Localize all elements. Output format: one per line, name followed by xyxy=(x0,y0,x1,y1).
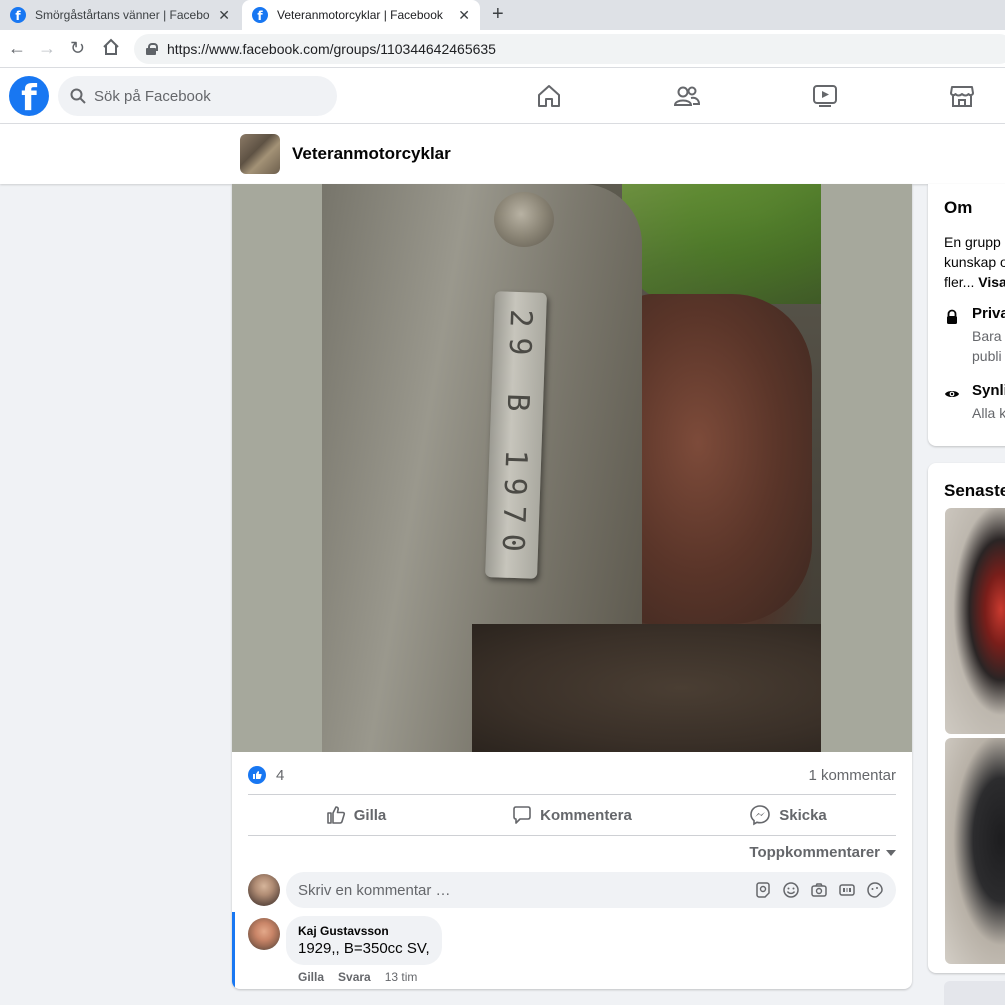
about-card: Om En grupp kunskap o fler... Visa Priva… xyxy=(928,184,1005,446)
lock-icon xyxy=(947,309,957,324)
recent-media-card: Senaste xyxy=(928,463,1005,973)
facebook-header: f xyxy=(0,68,1005,124)
engine-number-plate: 29 B 1970 xyxy=(485,291,547,579)
comment-sort-dropdown[interactable]: Toppkommentarer xyxy=(749,844,896,861)
visibility-subtext: Alla k xyxy=(972,405,1005,421)
like-reaction-icon[interactable] xyxy=(248,766,266,784)
like-count[interactable]: 4 xyxy=(276,767,808,784)
comment-input[interactable] xyxy=(298,881,754,899)
browser-toolbar: ← → ↻ https://www.facebook.com/groups/11… xyxy=(0,30,1005,68)
comment-label: Kommentera xyxy=(540,806,632,824)
home-browser-icon[interactable] xyxy=(102,38,120,60)
comment-author[interactable]: Kaj Gustavsson xyxy=(298,924,430,938)
messenger-icon xyxy=(750,805,771,826)
comment-meta: Gilla Svara 13 tim xyxy=(298,970,417,984)
comment-timestamp[interactable]: 13 tim xyxy=(385,970,418,984)
about-title: Om xyxy=(944,198,973,217)
comment-count-link[interactable]: 1 kommentar xyxy=(808,767,896,784)
photo-grass xyxy=(622,184,821,304)
new-tab-button[interactable]: + xyxy=(492,3,504,26)
browser-tab-2[interactable]: f Veteranmotorcyklar | Facebook ✕ xyxy=(242,0,480,30)
commenter-avatar[interactable] xyxy=(248,918,280,950)
sticker-icon[interactable] xyxy=(866,881,884,899)
see-more-link[interactable]: Visa xyxy=(978,274,1005,290)
tab-title: Smörgåstårtans vänner | Facebook xyxy=(35,8,211,22)
comment-bubble: Kaj Gustavsson 1929,, B=350cc SV, xyxy=(286,916,442,965)
photo-base xyxy=(472,624,821,752)
recent-media-thumbnail[interactable] xyxy=(945,738,1005,964)
photo-bolt xyxy=(494,192,554,247)
facebook-favicon-icon: f xyxy=(252,7,268,23)
about-desc-line-2: kunskap o xyxy=(944,254,1005,270)
privacy-sub-line-1: Bara xyxy=(972,328,1002,344)
privacy-sub-line-2: publi xyxy=(972,348,1002,364)
see-all-button[interactable] xyxy=(944,981,1005,1005)
forward-arrow-icon[interactable]: → xyxy=(38,38,56,58)
url-text: https://www.facebook.com/groups/11034464… xyxy=(167,41,496,57)
visibility-row: Synli Alla k xyxy=(944,382,1005,426)
privacy-title: Priva xyxy=(972,305,1005,322)
group-thumbnail[interactable] xyxy=(240,134,280,174)
facebook-logo[interactable]: f xyxy=(9,76,49,116)
close-tab-icon[interactable]: ✕ xyxy=(218,7,230,24)
watch-icon[interactable] xyxy=(809,80,841,112)
camera-icon[interactable] xyxy=(810,881,828,899)
comment-text: 1929,, B=350cc SV, xyxy=(298,940,430,957)
divider xyxy=(248,835,896,836)
reload-icon[interactable]: ↻ xyxy=(70,38,85,58)
comment-highlight-bar xyxy=(232,912,235,988)
comment-button[interactable]: Kommentera xyxy=(464,795,680,835)
group-header-bar: Veteranmotorcyklar xyxy=(0,124,1005,184)
engine-number-text: 29 B 1970 xyxy=(494,308,538,562)
comment-bubble-icon xyxy=(513,806,531,824)
privacy-row: Priva Bara publi xyxy=(944,305,1005,369)
tab-title: Veteranmotorcyklar | Facebook xyxy=(277,8,443,22)
browser-tab-bar: f Smörgåstårtans vänner | Facebook ✕ f V… xyxy=(0,0,1005,30)
search-box[interactable] xyxy=(58,76,337,116)
sort-label: Toppkommentarer xyxy=(749,844,880,861)
visibility-title: Synli xyxy=(972,382,1005,399)
current-user-avatar[interactable] xyxy=(248,874,280,906)
address-bar[interactable]: https://www.facebook.com/groups/11034464… xyxy=(134,34,1005,64)
browser-tab-1[interactable]: f Smörgåstårtans vänner | Facebook ✕ xyxy=(0,0,240,30)
send-label: Skicka xyxy=(779,806,827,824)
thumbs-up-icon xyxy=(326,806,345,824)
like-label: Gilla xyxy=(353,806,387,824)
recent-media-thumbnail[interactable] xyxy=(945,508,1005,734)
group-name[interactable]: Veteranmotorcyklar xyxy=(292,144,451,164)
caret-down-icon xyxy=(886,849,896,856)
marketplace-icon[interactable] xyxy=(946,80,978,112)
comment-composer xyxy=(248,872,896,908)
search-icon xyxy=(70,88,86,104)
post-photo[interactable]: 29 B 1970 xyxy=(322,184,821,752)
emoji-icon[interactable] xyxy=(782,881,800,899)
facebook-favicon-icon: f xyxy=(10,7,26,23)
eye-icon xyxy=(945,391,959,397)
reactions-row: 4 1 kommentar xyxy=(248,764,896,786)
send-button[interactable]: Skicka xyxy=(680,795,896,835)
comment-like-link[interactable]: Gilla xyxy=(298,970,324,984)
back-arrow-icon[interactable]: ← xyxy=(8,38,26,58)
comment-reply-link[interactable]: Svara xyxy=(338,970,371,984)
lock-icon xyxy=(146,43,158,55)
about-description: En grupp kunskap o fler... Visa xyxy=(944,232,1005,292)
post-photo-container[interactable]: 29 B 1970 xyxy=(232,184,912,752)
recent-media-title: Senaste xyxy=(944,481,1005,500)
comment-tools xyxy=(754,881,884,899)
close-tab-icon[interactable]: ✕ xyxy=(458,7,470,24)
home-icon[interactable] xyxy=(533,80,565,112)
post-card: 29 B 1970 4 1 kommentar Gilla Kommentera… xyxy=(232,184,912,989)
avatar-sticker-icon[interactable] xyxy=(754,881,772,899)
privacy-subtext: Bara publi xyxy=(972,326,1002,366)
comment-item: Kaj Gustavsson 1929,, B=350cc SV, Gilla … xyxy=(232,912,896,988)
post-actions-row: Gilla Kommentera Skicka xyxy=(248,795,896,835)
photo-cylinder xyxy=(622,294,812,624)
friends-icon[interactable] xyxy=(671,80,703,112)
comment-input-box[interactable] xyxy=(286,872,896,908)
search-input[interactable] xyxy=(94,87,314,105)
gif-icon[interactable] xyxy=(838,881,856,899)
like-button[interactable]: Gilla xyxy=(248,795,464,835)
about-desc-line-3: fler... xyxy=(944,274,979,290)
about-desc-line-1: En grupp xyxy=(944,234,1001,250)
